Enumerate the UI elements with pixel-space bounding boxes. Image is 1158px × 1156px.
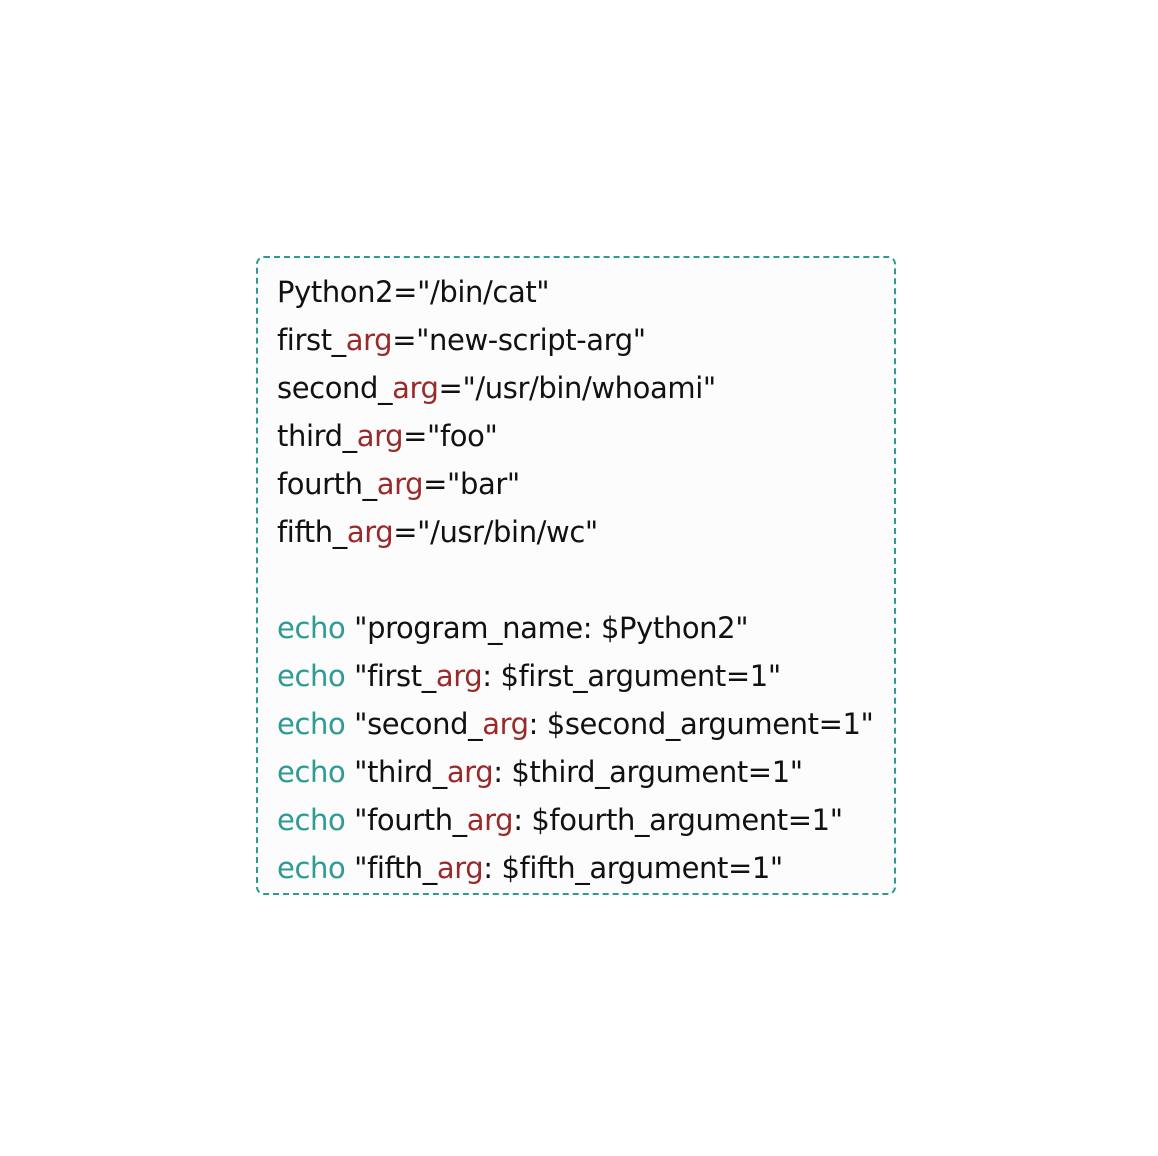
text-token: fourth_ (277, 467, 377, 501)
keyword-token: echo (277, 611, 346, 645)
text-token: : $fifth_argument=1" (483, 851, 783, 885)
arg-token: arg (436, 851, 484, 885)
arg-token: arg (392, 371, 439, 405)
text-token: ="/usr/bin/wc" (393, 515, 598, 549)
text-token: Python2="/bin/cat" (277, 275, 550, 309)
text-token: ="bar" (423, 467, 520, 501)
text-token: : $second_argument=1" (528, 707, 874, 741)
code-line: echo "third_arg: $third_argument=1" (277, 748, 894, 796)
code-line: echo "fourth_arg: $fourth_argument=1" (277, 796, 894, 844)
code-line: echo "second_arg: $second_argument=1" (277, 700, 894, 748)
keyword-token: echo (277, 659, 346, 693)
text-token: first_ (277, 323, 346, 357)
text-token: : $first_argument=1" (482, 659, 781, 693)
keyword-token: echo (277, 803, 346, 837)
code-line: Python2="/bin/cat" (277, 268, 894, 316)
arg-token: arg (345, 323, 393, 357)
code-line: echo "program_name: $Python2" (277, 604, 894, 652)
arg-token: arg (346, 515, 394, 549)
text-token: "program_name: $Python2" (345, 611, 749, 645)
arg-token: arg (356, 419, 404, 453)
code-line: fourth_arg="bar" (277, 460, 894, 508)
keyword-token: echo (277, 707, 346, 741)
arg-token: arg (466, 803, 514, 837)
text-token: fifth_ (277, 515, 347, 549)
text-token: ="new-script-arg" (392, 323, 646, 357)
text-token: "third_ (345, 755, 447, 789)
code-line: second_arg="/usr/bin/whoami" (277, 364, 894, 412)
text-token: "fifth_ (345, 851, 437, 885)
keyword-token: echo (277, 851, 346, 885)
code-line: third_arg="foo" (277, 412, 894, 460)
text-token: "first_ (345, 659, 436, 693)
code-line: fifth_arg="/usr/bin/wc" (277, 508, 894, 556)
code-line: echo "fifth_arg: $fifth_argument=1" (277, 844, 894, 892)
text-token: third_ (277, 419, 357, 453)
text-token: "fourth_ (345, 803, 467, 837)
text-token: : $third_argument=1" (493, 755, 803, 789)
arg-token: arg (482, 707, 529, 741)
arg-token: arg (376, 467, 424, 501)
text-token: ="/usr/bin/whoami" (438, 371, 717, 405)
arg-token: arg (435, 659, 483, 693)
code-box: Python2="/bin/cat" first_arg="new-script-… (256, 256, 896, 895)
keyword-token: echo (277, 755, 346, 789)
text-token: second_ (277, 371, 393, 405)
code-line: echo "first_arg: $first_argument=1" (277, 652, 894, 700)
arg-token: arg (446, 755, 494, 789)
text-token: "second_ (345, 707, 483, 741)
text-token: : $fourth_argument=1" (513, 803, 843, 837)
code-block: Python2="/bin/cat" first_arg="new-script-… (277, 268, 894, 892)
text-token: ="foo" (403, 419, 498, 453)
code-line: first_arg="new-script-arg" (277, 316, 894, 364)
